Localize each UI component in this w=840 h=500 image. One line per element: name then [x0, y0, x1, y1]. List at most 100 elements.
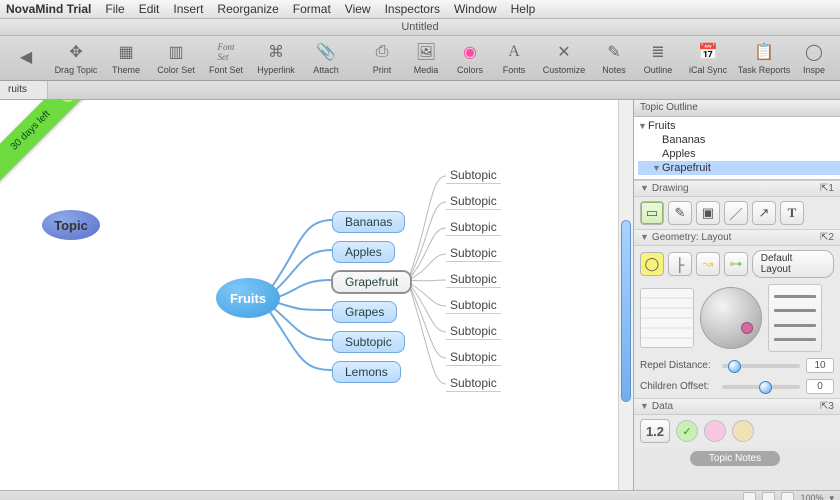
- window-titlebar: Untitled: [0, 19, 840, 36]
- dial-knob[interactable]: [741, 322, 753, 334]
- geometry-shape-flow[interactable]: ↝: [696, 252, 720, 276]
- drawing-tool-box[interactable]: ▣: [696, 201, 720, 225]
- panel-data-header[interactable]: ▼Data ⇱3: [634, 399, 840, 415]
- slider-knob[interactable]: [759, 381, 772, 394]
- menu-edit[interactable]: Edit: [139, 2, 160, 16]
- geometry-shape-tree[interactable]: ├: [668, 252, 692, 276]
- disclosure-icon[interactable]: ▼: [640, 183, 649, 193]
- slider-knob[interactable]: [728, 360, 741, 373]
- menu-insert[interactable]: Insert: [173, 2, 203, 16]
- menu-file[interactable]: File: [105, 2, 124, 16]
- toolbar-color-set[interactable]: ▥ Color Set: [148, 41, 204, 75]
- toolbar-theme-label: Theme: [112, 65, 140, 75]
- toolbar-print[interactable]: ⎙ Print: [360, 41, 404, 75]
- toolbar-inspectors[interactable]: ◯ Inspe: [792, 41, 836, 75]
- toolbar-attach[interactable]: 📎 Attach: [304, 41, 348, 75]
- mindmap-subtopic[interactable]: Subtopic: [446, 324, 501, 340]
- mindmap-subtopic[interactable]: Subtopic: [446, 246, 501, 262]
- customize-icon: ✕: [553, 41, 575, 63]
- drawing-tool-text[interactable]: T: [780, 201, 804, 225]
- toolbar-drag-topic[interactable]: ✥ Drag Topic: [48, 41, 104, 75]
- toolbar-back[interactable]: ◀: [4, 41, 48, 75]
- mindmap-node-subtopic[interactable]: Subtopic: [332, 331, 405, 353]
- toolbar-theme[interactable]: ▦ Theme: [104, 41, 148, 75]
- mindmap-node-lemons[interactable]: Lemons: [332, 361, 401, 383]
- zoom-dropdown-icon[interactable]: ▾: [829, 493, 834, 500]
- drawing-tool-arrow[interactable]: ↗: [752, 201, 776, 225]
- mindmap-subtopic[interactable]: Subtopic: [446, 376, 501, 392]
- menu-inspectors[interactable]: Inspectors: [385, 2, 440, 16]
- toolbar-font-set[interactable]: Font Set Font Set: [204, 41, 248, 75]
- toolbar-colors[interactable]: ◉ Colors: [448, 41, 492, 75]
- layout-preview-left[interactable]: [640, 288, 694, 348]
- back-icon: ◀: [15, 46, 37, 68]
- status-mini-1[interactable]: [743, 492, 756, 500]
- mindmap-node-apples[interactable]: Apples: [332, 241, 395, 263]
- repel-distance-slider[interactable]: [722, 364, 800, 368]
- mindmap-node-bananas[interactable]: Bananas: [332, 211, 405, 233]
- disclosure-icon[interactable]: ▼: [640, 232, 649, 242]
- mindmap-subtopic[interactable]: Subtopic: [446, 350, 501, 366]
- menu-format[interactable]: Format: [293, 2, 331, 16]
- geometry-shape-org[interactable]: ⊶: [724, 252, 748, 276]
- mindmap-canvas[interactable]: 30 days left i: [0, 100, 633, 490]
- toolbar-media[interactable]: 🖼 Media: [404, 41, 448, 75]
- trial-ribbon[interactable]: 30 days left i: [0, 100, 86, 186]
- children-offset-slider[interactable]: [722, 385, 800, 389]
- toolbar-task-reports[interactable]: 📋 Task Reports: [736, 41, 792, 75]
- mindmap-node-fruits[interactable]: Fruits: [216, 278, 280, 318]
- status-mini-2[interactable]: [762, 492, 775, 500]
- mindmap-subtopic-label: Subtopic: [450, 168, 497, 182]
- info-icon[interactable]: i: [55, 100, 80, 106]
- mindmap-subtopic[interactable]: Subtopic: [446, 298, 501, 314]
- layout-dial[interactable]: [700, 287, 762, 349]
- toolbar-task-reports-label: Task Reports: [738, 65, 791, 75]
- outline-row-apples[interactable]: Apples: [638, 147, 840, 161]
- panel-drawing-header[interactable]: ▼Drawing ⇱1: [634, 181, 840, 197]
- topic-notes-button[interactable]: Topic Notes: [690, 451, 780, 466]
- mindmap-node-grapes[interactable]: Grapes: [332, 301, 397, 323]
- menu-help[interactable]: Help: [511, 2, 536, 16]
- mindmap-node-grapefruit[interactable]: Grapefruit: [332, 271, 411, 293]
- data-tag-pink-icon[interactable]: [704, 420, 726, 442]
- toolbar-outline[interactable]: ≣ Outline: [636, 41, 680, 75]
- canvas-scrollbar[interactable]: [618, 100, 633, 490]
- repel-distance-value[interactable]: 10: [806, 358, 834, 373]
- menu-window[interactable]: Window: [454, 2, 497, 16]
- default-layout-button[interactable]: Default Layout: [752, 250, 834, 278]
- drawing-tool-pen[interactable]: ✎: [668, 201, 692, 225]
- disclosure-icon[interactable]: ▼: [652, 163, 662, 173]
- data-tag-tan-icon[interactable]: [732, 420, 754, 442]
- zoom-level[interactable]: 100%: [800, 493, 823, 500]
- repel-distance-label: Repel Distance:: [640, 360, 716, 371]
- scrollbar-thumb[interactable]: [621, 220, 631, 402]
- mindmap-subtopic[interactable]: Subtopic: [446, 220, 501, 236]
- mindmap-subtopic[interactable]: Subtopic: [446, 272, 501, 288]
- data-check-icon[interactable]: ✓: [676, 420, 698, 442]
- toolbar-hyperlink[interactable]: ⌘ Hyperlink: [248, 41, 304, 75]
- disclosure-icon[interactable]: ▼: [640, 401, 649, 411]
- toolbar-notes[interactable]: ✎ Notes: [592, 41, 636, 75]
- toolbar-fonts[interactable]: A Fonts: [492, 41, 536, 75]
- outline-row-label: Apples: [662, 148, 696, 160]
- toolbar-ical-sync[interactable]: 📅 iCal Sync: [680, 41, 736, 75]
- outline-row-grapefruit[interactable]: ▼Grapefruit: [638, 161, 840, 175]
- drawing-tool-line[interactable]: ／: [724, 201, 748, 225]
- menu-view[interactable]: View: [345, 2, 371, 16]
- mindmap-subtopic[interactable]: Subtopic: [446, 168, 501, 184]
- children-offset-value[interactable]: 0: [806, 379, 834, 394]
- layout-preview-right[interactable]: [768, 284, 822, 352]
- panel-geometry-header[interactable]: ▼Geometry: Layout ⇱2: [634, 230, 840, 246]
- outline-row-bananas[interactable]: Bananas: [638, 133, 840, 147]
- outline-row-fruits[interactable]: ▼Fruits: [638, 119, 840, 133]
- disclosure-icon[interactable]: ▼: [638, 121, 648, 131]
- document-tab[interactable]: ruits: [0, 81, 48, 99]
- status-mini-3[interactable]: [781, 492, 794, 500]
- toolbar-customize[interactable]: ✕ Customize: [536, 41, 592, 75]
- drawing-tool-rect[interactable]: ▭: [640, 201, 664, 225]
- mindmap-subtopic[interactable]: Subtopic: [446, 194, 501, 210]
- mindmap-node-topic[interactable]: Topic: [42, 210, 100, 240]
- geometry-shape-radial[interactable]: ◯: [640, 252, 664, 276]
- topic-outline[interactable]: ▼Fruits Bananas Apples ▼Grapefruit: [634, 117, 840, 180]
- menu-reorganize[interactable]: Reorganize: [217, 2, 278, 16]
